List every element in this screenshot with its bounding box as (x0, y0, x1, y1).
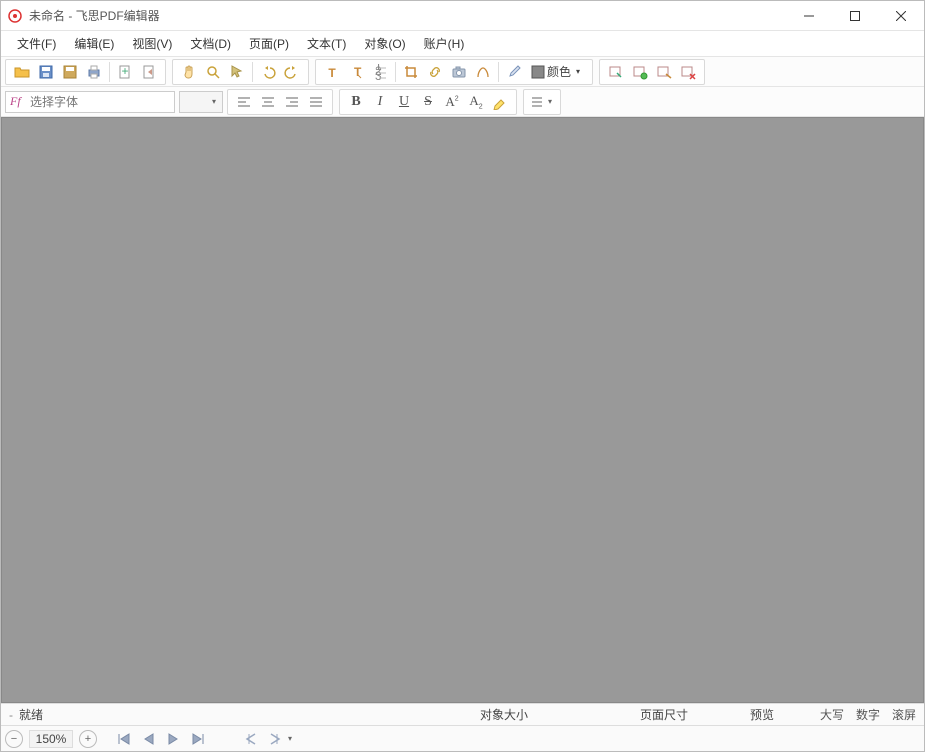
highlight-button[interactable] (489, 91, 511, 113)
chevron-down-icon: ▾ (285, 734, 295, 743)
status-ready: 就绪 (19, 706, 43, 723)
toolbar-main: + T T 123 颜色 ▾ (1, 57, 924, 87)
chevron-down-icon: ▾ (545, 97, 555, 106)
menu-object[interactable]: 对象(O) (356, 32, 413, 55)
shape-button[interactable] (472, 61, 494, 83)
save-button[interactable] (35, 61, 57, 83)
status-num: 数字 (856, 706, 880, 723)
stamp-delete-button[interactable] (677, 61, 699, 83)
text-box-button[interactable]: T (345, 61, 367, 83)
font-family-select[interactable]: Ff (5, 91, 175, 113)
font-size-select[interactable]: ▾ (179, 91, 223, 113)
window-title: 未命名 - 飞思PDF编辑器 (29, 7, 160, 24)
font-family-input[interactable] (30, 95, 170, 109)
chevron-down-icon: ▾ (209, 97, 219, 106)
svg-text:T: T (354, 65, 362, 79)
maximize-button[interactable] (832, 1, 878, 31)
titlebar: 未命名 - 飞思PDF编辑器 (1, 1, 924, 31)
menu-account[interactable]: 账户(H) (416, 32, 473, 55)
undo-button[interactable] (257, 61, 279, 83)
status-bar: - 就绪 对象大小 页面尺寸 预览 大写 数字 滚屏 (1, 703, 924, 725)
color-label: 颜色 (547, 63, 571, 80)
print-button[interactable] (83, 61, 105, 83)
nav-back-button[interactable] (243, 733, 257, 745)
text-tool-button[interactable]: T (321, 61, 343, 83)
redo-button[interactable] (281, 61, 303, 83)
status-page-size: 页面尺寸 (640, 706, 750, 723)
zoom-percent[interactable]: 150% (29, 730, 73, 748)
last-page-button[interactable] (191, 733, 205, 745)
stamp1-button[interactable] (605, 61, 627, 83)
status-handle: - (9, 708, 13, 722)
zoom-nav-bar: − 150% + ▾ (1, 725, 924, 751)
subscript-button[interactable]: A2 (465, 91, 487, 113)
zoom-tool-button[interactable] (202, 61, 224, 83)
page-export-button[interactable] (138, 61, 160, 83)
color-button[interactable]: 颜色 ▾ (527, 61, 587, 83)
close-button[interactable] (878, 1, 924, 31)
zoom-out-button[interactable]: − (5, 730, 23, 748)
align-center-button[interactable] (257, 91, 279, 113)
italic-button[interactable]: I (369, 91, 391, 113)
status-object-size: 对象大小 (480, 706, 640, 723)
line-number-button[interactable]: 123 (369, 61, 391, 83)
open-button[interactable] (11, 61, 33, 83)
line-spacing-button[interactable]: ▾ (529, 91, 555, 113)
menu-page[interactable]: 页面(P) (241, 32, 297, 55)
snapshot-button[interactable] (448, 61, 470, 83)
toolbar-format: Ff ▾ B I U S A2 A2 ▾ (1, 87, 924, 117)
crop-button[interactable] (400, 61, 422, 83)
status-caps: 大写 (820, 706, 844, 723)
align-left-button[interactable] (233, 91, 255, 113)
align-right-button[interactable] (281, 91, 303, 113)
menu-edit[interactable]: 编辑(E) (66, 32, 122, 55)
link-button[interactable] (424, 61, 446, 83)
app-icon (7, 8, 23, 24)
save-as-button[interactable] (59, 61, 81, 83)
eyedropper-button[interactable] (503, 61, 525, 83)
strikethrough-button[interactable]: S (417, 91, 439, 113)
first-page-button[interactable] (117, 733, 131, 745)
bold-button[interactable]: B (345, 91, 367, 113)
underline-button[interactable]: U (393, 91, 415, 113)
menu-text[interactable]: 文本(T) (299, 32, 354, 55)
minimize-button[interactable] (786, 1, 832, 31)
font-icon: Ff (10, 94, 26, 109)
prev-page-button[interactable] (143, 733, 155, 745)
nav-forward-button[interactable]: ▾ (269, 733, 295, 745)
chevron-down-icon: ▾ (573, 67, 583, 76)
stamp3-button[interactable] (653, 61, 675, 83)
menu-document[interactable]: 文档(D) (182, 32, 239, 55)
menu-view[interactable]: 视图(V) (124, 32, 180, 55)
zoom-in-button[interactable]: + (79, 730, 97, 748)
menubar: 文件(F) 编辑(E) 视图(V) 文档(D) 页面(P) 文本(T) 对象(O… (1, 31, 924, 57)
next-page-button[interactable] (167, 733, 179, 745)
align-justify-button[interactable] (305, 91, 327, 113)
menu-file[interactable]: 文件(F) (9, 32, 64, 55)
page-add-button[interactable]: + (114, 61, 136, 83)
select-tool-button[interactable] (226, 61, 248, 83)
superscript-button[interactable]: A2 (441, 91, 463, 113)
svg-text:+: + (121, 64, 128, 78)
svg-text:T: T (328, 66, 336, 80)
document-canvas[interactable] (1, 117, 924, 703)
status-preview: 预览 (750, 706, 820, 723)
status-scroll: 滚屏 (892, 706, 916, 723)
stamp2-button[interactable] (629, 61, 651, 83)
hand-tool-button[interactable] (178, 61, 200, 83)
